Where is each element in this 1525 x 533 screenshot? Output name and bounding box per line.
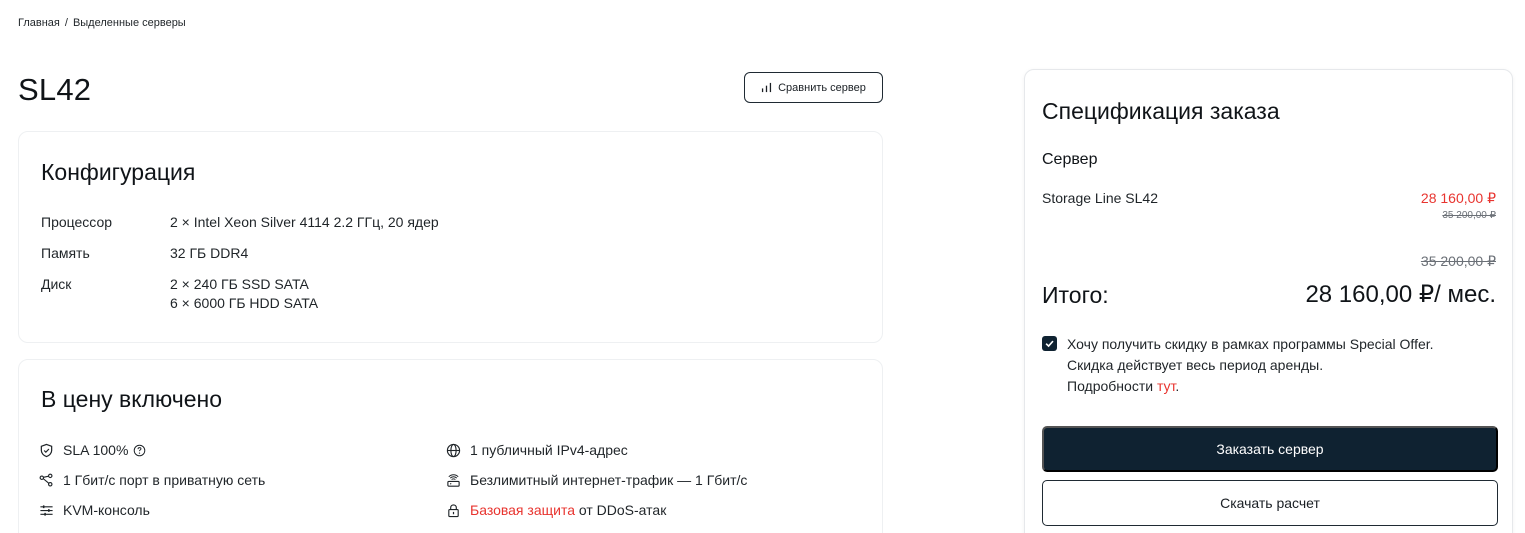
order-total-old-price: 35 200,00 ₽ [1420, 253, 1496, 269]
feature-private-port-label: 1 Гбит/с порт в приватную сеть [63, 472, 266, 488]
help-icon[interactable] [133, 444, 146, 457]
breadcrumb-home-link[interactable]: Главная [18, 17, 60, 29]
order-item-price: 28 160,00 ₽ [1420, 190, 1496, 206]
offer-details-link[interactable]: тут [1157, 378, 1175, 394]
spec-row-cpu: Процессор 2 × Intel Xeon Silver 4114 2.2… [41, 213, 439, 232]
feature-kvm-label: KVM-консоль [63, 502, 150, 518]
order-section-server: Сервер [1042, 151, 1098, 168]
offer-line: Скидка действует весь период аренды. [1067, 357, 1324, 373]
lock-icon [448, 503, 459, 517]
order-item-old-price: 35 200,00 ₽ [1442, 210, 1496, 221]
spec-value: 32 ГБ DDR4 [170, 245, 249, 261]
feature-private-port: 1 Гбит/с порт в приватную сеть [39, 472, 265, 488]
included-title: В цену включено [41, 386, 223, 412]
page-title: SL42 [18, 72, 92, 107]
spec-label: Процессор [41, 214, 113, 230]
feature-traffic: Безлимитный интернет-трафик — 1 Гбит/с [446, 472, 747, 488]
spec-label: Память [41, 245, 90, 261]
offer-end: . [1175, 378, 1180, 394]
order-spec-title: Спецификация заказа [1042, 98, 1280, 124]
network-icon [39, 473, 53, 486]
spec-row-memory: Память 32 ГБ DDR4 [41, 244, 248, 263]
breadcrumb: Главная / Выделенные серверы [18, 17, 186, 29]
configuration-title: Конфигурация [41, 159, 196, 185]
shield-check-icon [40, 443, 53, 457]
feature-traffic-label: Безлимитный интернет-трафик — 1 Гбит/с [470, 472, 748, 488]
bar-chart-icon [762, 82, 772, 93]
included-card: В цену включено SLA 100% 1 Гбит/с порт в… [18, 359, 883, 533]
spec-value: 2 × Intel Xeon Silver 4114 2.2 ГГц, 20 я… [170, 214, 439, 230]
breadcrumb-current: Выделенные серверы [72, 17, 186, 29]
offer-line: Подробности [1067, 378, 1157, 394]
spec-value: 2 × 240 ГБ SSD SATA [170, 276, 309, 292]
feature-kvm: KVM-консоль [39, 502, 150, 518]
order-server-button[interactable]: Заказать сервер [1042, 426, 1498, 472]
compare-server-button[interactable]: Сравнить сервер [744, 72, 883, 103]
breadcrumb-separator: / [64, 17, 68, 29]
special-offer-checkbox[interactable] [1042, 336, 1057, 351]
order-spec-panel: Спецификация заказа Сервер Storage Line … [1024, 69, 1513, 533]
order-total-label: Итого: [1042, 282, 1109, 308]
special-offer: Хочу получить скидку в рамках программы … [1042, 334, 1434, 397]
ddos-protection-link[interactable]: Базовая защита [470, 502, 575, 518]
spec-label: Диск [41, 276, 72, 292]
download-estimate-button[interactable]: Скачать расчет [1042, 480, 1498, 526]
globe-icon [446, 443, 461, 457]
order-item-name: Storage Line SL42 [1042, 190, 1158, 206]
offer-line: Хочу получить скидку в рамках программы … [1067, 336, 1434, 352]
check-icon [1045, 340, 1054, 348]
router-icon [447, 473, 460, 487]
spec-row-disk: Диск 2 × 240 ГБ SSD SATA 6 × 6000 ГБ HDD… [41, 275, 318, 313]
feature-ddos-label: от DDoS-атак [575, 502, 667, 518]
configuration-card: Конфигурация Процессор 2 × Intel Xeon Si… [18, 131, 883, 343]
feature-ipv4-label: 1 публичный IPv4-адрес [470, 442, 628, 458]
order-total-value: 28 160,00 ₽/ мес. [1305, 281, 1496, 308]
feature-ddos: Базовая защита от DDoS-атак [446, 502, 666, 518]
sliders-icon [40, 504, 53, 516]
feature-sla-label: SLA 100% [63, 442, 129, 458]
feature-ipv4: 1 публичный IPv4-адрес [446, 442, 628, 458]
compare-server-label: Сравнить сервер [778, 81, 866, 94]
spec-value: 6 × 6000 ГБ HDD SATA [170, 295, 319, 311]
special-offer-text: Хочу получить скидку в рамках программы … [1067, 334, 1434, 397]
feature-sla: SLA 100% [39, 442, 146, 458]
